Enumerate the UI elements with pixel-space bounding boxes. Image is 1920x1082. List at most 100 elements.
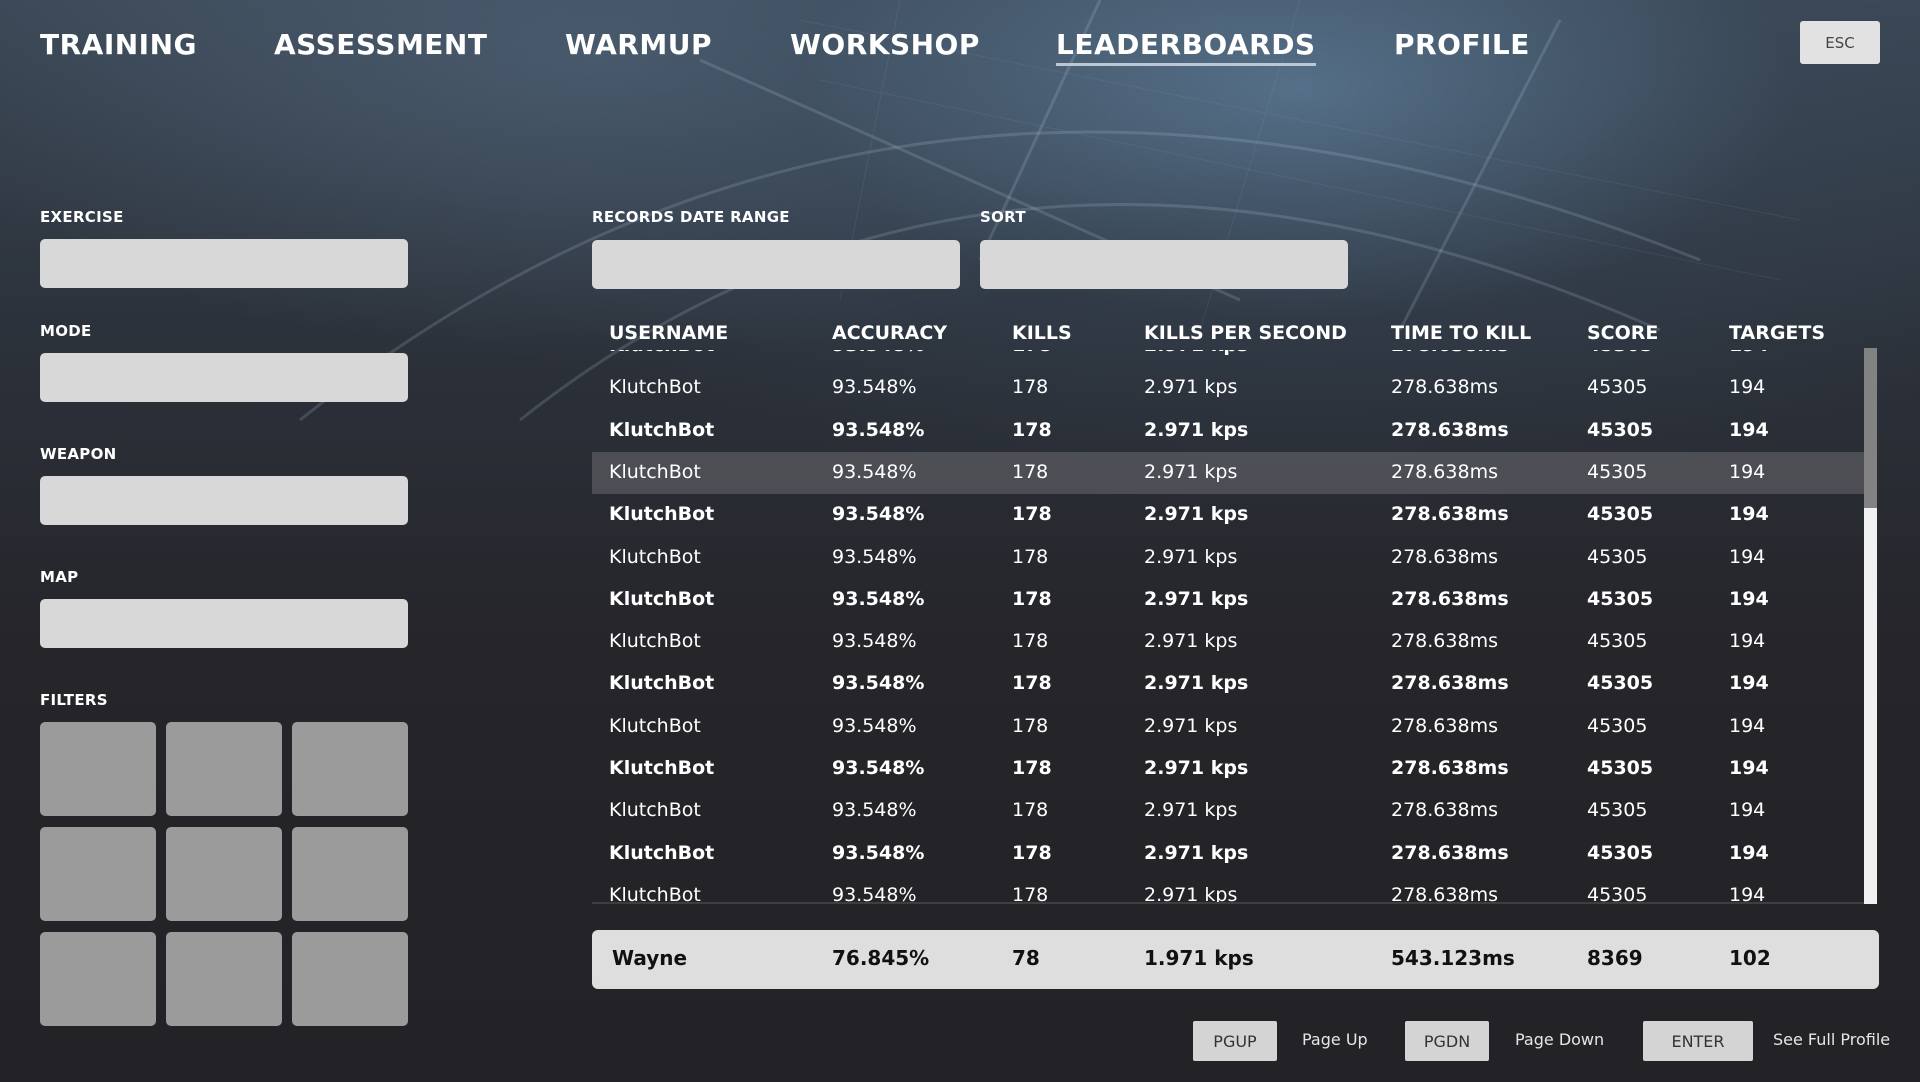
- filter-button[interactable]: [292, 722, 408, 816]
- column-header-time-to-kill[interactable]: TIME TO KILL: [1391, 322, 1531, 344]
- table-row[interactable]: KlutchBot 93.548% 178 2.971 kps 278.638ms 453…: [592, 706, 1864, 748]
- row-accuracy: 93.548%: [832, 757, 925, 779]
- column-header-score[interactable]: SCORE: [1587, 322, 1658, 344]
- exercise-select[interactable]: [40, 239, 408, 288]
- row-ttk: 278.638ms: [1391, 545, 1498, 568]
- row-ttk: 278.638ms: [1391, 418, 1509, 441]
- row-ttk: 278.638ms: [1391, 460, 1498, 483]
- filter-button[interactable]: [166, 722, 282, 816]
- column-header-kills-per-second[interactable]: KILLS PER SECOND: [1144, 322, 1347, 344]
- row-kills: 178: [1012, 587, 1052, 610]
- filter-button[interactable]: [40, 932, 156, 1026]
- weapon-select[interactable]: [40, 476, 408, 525]
- row-username: KlutchBot: [609, 757, 715, 779]
- filter-button[interactable]: [166, 827, 282, 921]
- row-username: KlutchBot: [609, 883, 701, 904]
- nav-tab-workshop[interactable]: WORKSHOP: [790, 28, 980, 61]
- row-score: 45305: [1587, 460, 1648, 483]
- table-divider: [592, 902, 1864, 904]
- table-row[interactable]: KlutchBot 93.548% 178 2.971 kps 278.638ms 453…: [592, 663, 1864, 705]
- records-date-range-select[interactable]: [592, 240, 960, 289]
- row-targets: 194: [1729, 587, 1769, 610]
- table-row[interactable]: KlutchBot 93.548% 178 2.971 kps 278.638ms 453…: [592, 748, 1864, 790]
- row-targets: 194: [1729, 503, 1769, 526]
- row-kills: 178: [1012, 376, 1049, 399]
- table-row[interactable]: KlutchBot 93.548% 178 2.971 kps 278.638ms 453…: [592, 494, 1864, 536]
- current-user-kills: 78: [1012, 946, 1040, 970]
- table-row[interactable]: KlutchBot 93.548% 178 2.971 kps 278.638ms 453…: [592, 410, 1864, 452]
- row-accuracy: 93.548%: [832, 587, 925, 610]
- current-user-kps: 1.971 kps: [1144, 946, 1254, 970]
- mode-select[interactable]: [40, 353, 408, 402]
- nav-tab-leaderboards[interactable]: LEADERBOARDS: [1056, 28, 1316, 66]
- map-label: MAP: [40, 568, 79, 586]
- row-kills: 178: [1012, 672, 1052, 695]
- map-select[interactable]: [40, 599, 408, 648]
- table-row[interactable]: KlutchBot 93.548% 178 2.971 kps 278.638ms 453…: [592, 537, 1864, 579]
- filter-button[interactable]: [292, 827, 408, 921]
- row-score: 45305: [1587, 672, 1654, 695]
- row-username: KlutchBot: [609, 418, 715, 441]
- filters-label: FILTERS: [40, 691, 108, 709]
- row-targets: 194: [1729, 799, 1766, 822]
- scrollbar-thumb[interactable]: [1864, 348, 1877, 508]
- row-ttk: 278.638ms: [1391, 883, 1498, 904]
- pgup-key-label: Page Up: [1302, 1030, 1368, 1049]
- table-row[interactable]: KlutchBot 93.548% 178 2.971 kps 278.638ms 453…: [592, 621, 1864, 663]
- nav-tab-profile[interactable]: PROFILE: [1394, 28, 1530, 61]
- current-user-ttk: 543.123ms: [1391, 946, 1515, 970]
- row-targets: 194: [1729, 376, 1766, 399]
- nav-tab-assessment[interactable]: ASSESSMENT: [274, 28, 487, 61]
- row-accuracy: 93.548%: [832, 714, 917, 737]
- row-kps: 2.971 kps: [1144, 460, 1238, 483]
- nav-tab-training[interactable]: TRAINING: [40, 28, 197, 61]
- row-targets: 194: [1729, 883, 1766, 904]
- row-username: KlutchBot: [609, 503, 715, 526]
- nav-tab-warmup[interactable]: WARMUP: [565, 28, 712, 61]
- row-accuracy: 93.548%: [832, 630, 917, 653]
- filter-button[interactable]: [40, 722, 156, 816]
- row-score: 45305: [1587, 587, 1654, 610]
- column-header-targets[interactable]: TARGETS: [1729, 322, 1825, 344]
- table-row[interactable]: KlutchBot 93.548% 178 2.971 kps 278.638ms 453…: [592, 579, 1864, 621]
- row-score: 45305: [1587, 376, 1648, 399]
- table-row[interactable]: KlutchBot 93.548% 178 2.971 kps 278.638ms 453…: [592, 350, 1864, 367]
- current-user-targets: 102: [1729, 946, 1771, 970]
- row-kps: 2.971 kps: [1144, 630, 1238, 653]
- current-user-score: 8369: [1587, 946, 1643, 970]
- table-row[interactable]: KlutchBot 93.548% 178 2.971 kps 278.638ms 453…: [592, 833, 1864, 875]
- row-kills: 178: [1012, 841, 1052, 864]
- row-accuracy: 93.548%: [832, 841, 925, 864]
- table-row[interactable]: KlutchBot 93.548% 178 2.971 kps 278.638ms 453…: [592, 451, 1864, 494]
- row-kps: 2.971 kps: [1144, 545, 1238, 568]
- filter-button[interactable]: [166, 932, 282, 1026]
- esc-button[interactable]: ESC: [1800, 21, 1880, 64]
- pgdn-key-button[interactable]: PGDN: [1405, 1021, 1489, 1061]
- table-row[interactable]: KlutchBot 93.548% 178 2.971 kps 278.638ms 453…: [592, 875, 1864, 904]
- row-username: KlutchBot: [609, 545, 701, 568]
- row-kills: 178: [1012, 883, 1049, 904]
- column-header-username[interactable]: USERNAME: [609, 322, 728, 344]
- filter-button[interactable]: [292, 932, 408, 1026]
- row-ttk: 278.638ms: [1391, 630, 1498, 653]
- row-kills: 178: [1012, 799, 1049, 822]
- sort-select[interactable]: [980, 240, 1348, 289]
- row-targets: 194: [1729, 418, 1769, 441]
- pgup-key-button[interactable]: PGUP: [1193, 1021, 1277, 1061]
- leaderboard-table[interactable]: KlutchBot 93.548% 178 2.971 kps 278.638ms 453…: [592, 350, 1864, 904]
- row-kills: 178: [1012, 714, 1049, 737]
- row-score: 45305: [1587, 630, 1648, 653]
- row-ttk: 278.638ms: [1391, 757, 1509, 779]
- column-header-kills[interactable]: KILLS: [1012, 322, 1072, 344]
- table-row[interactable]: KlutchBot 93.548% 178 2.971 kps 278.638ms 453…: [592, 367, 1864, 409]
- table-row[interactable]: KlutchBot 93.548% 178 2.971 kps 278.638ms 453…: [592, 790, 1864, 832]
- row-kps: 2.971 kps: [1144, 841, 1249, 864]
- row-targets: 194: [1729, 350, 1769, 356]
- enter-key-button[interactable]: ENTER: [1643, 1021, 1753, 1061]
- row-username: KlutchBot: [609, 587, 715, 610]
- column-header-accuracy[interactable]: ACCURACY: [832, 322, 947, 344]
- enter-key-label: See Full Profile: [1773, 1030, 1891, 1049]
- current-user-row[interactable]: Wayne 76.845% 78 1.971 kps 543.123ms 836…: [592, 930, 1879, 989]
- filter-button[interactable]: [40, 827, 156, 921]
- row-kills: 178: [1012, 630, 1049, 653]
